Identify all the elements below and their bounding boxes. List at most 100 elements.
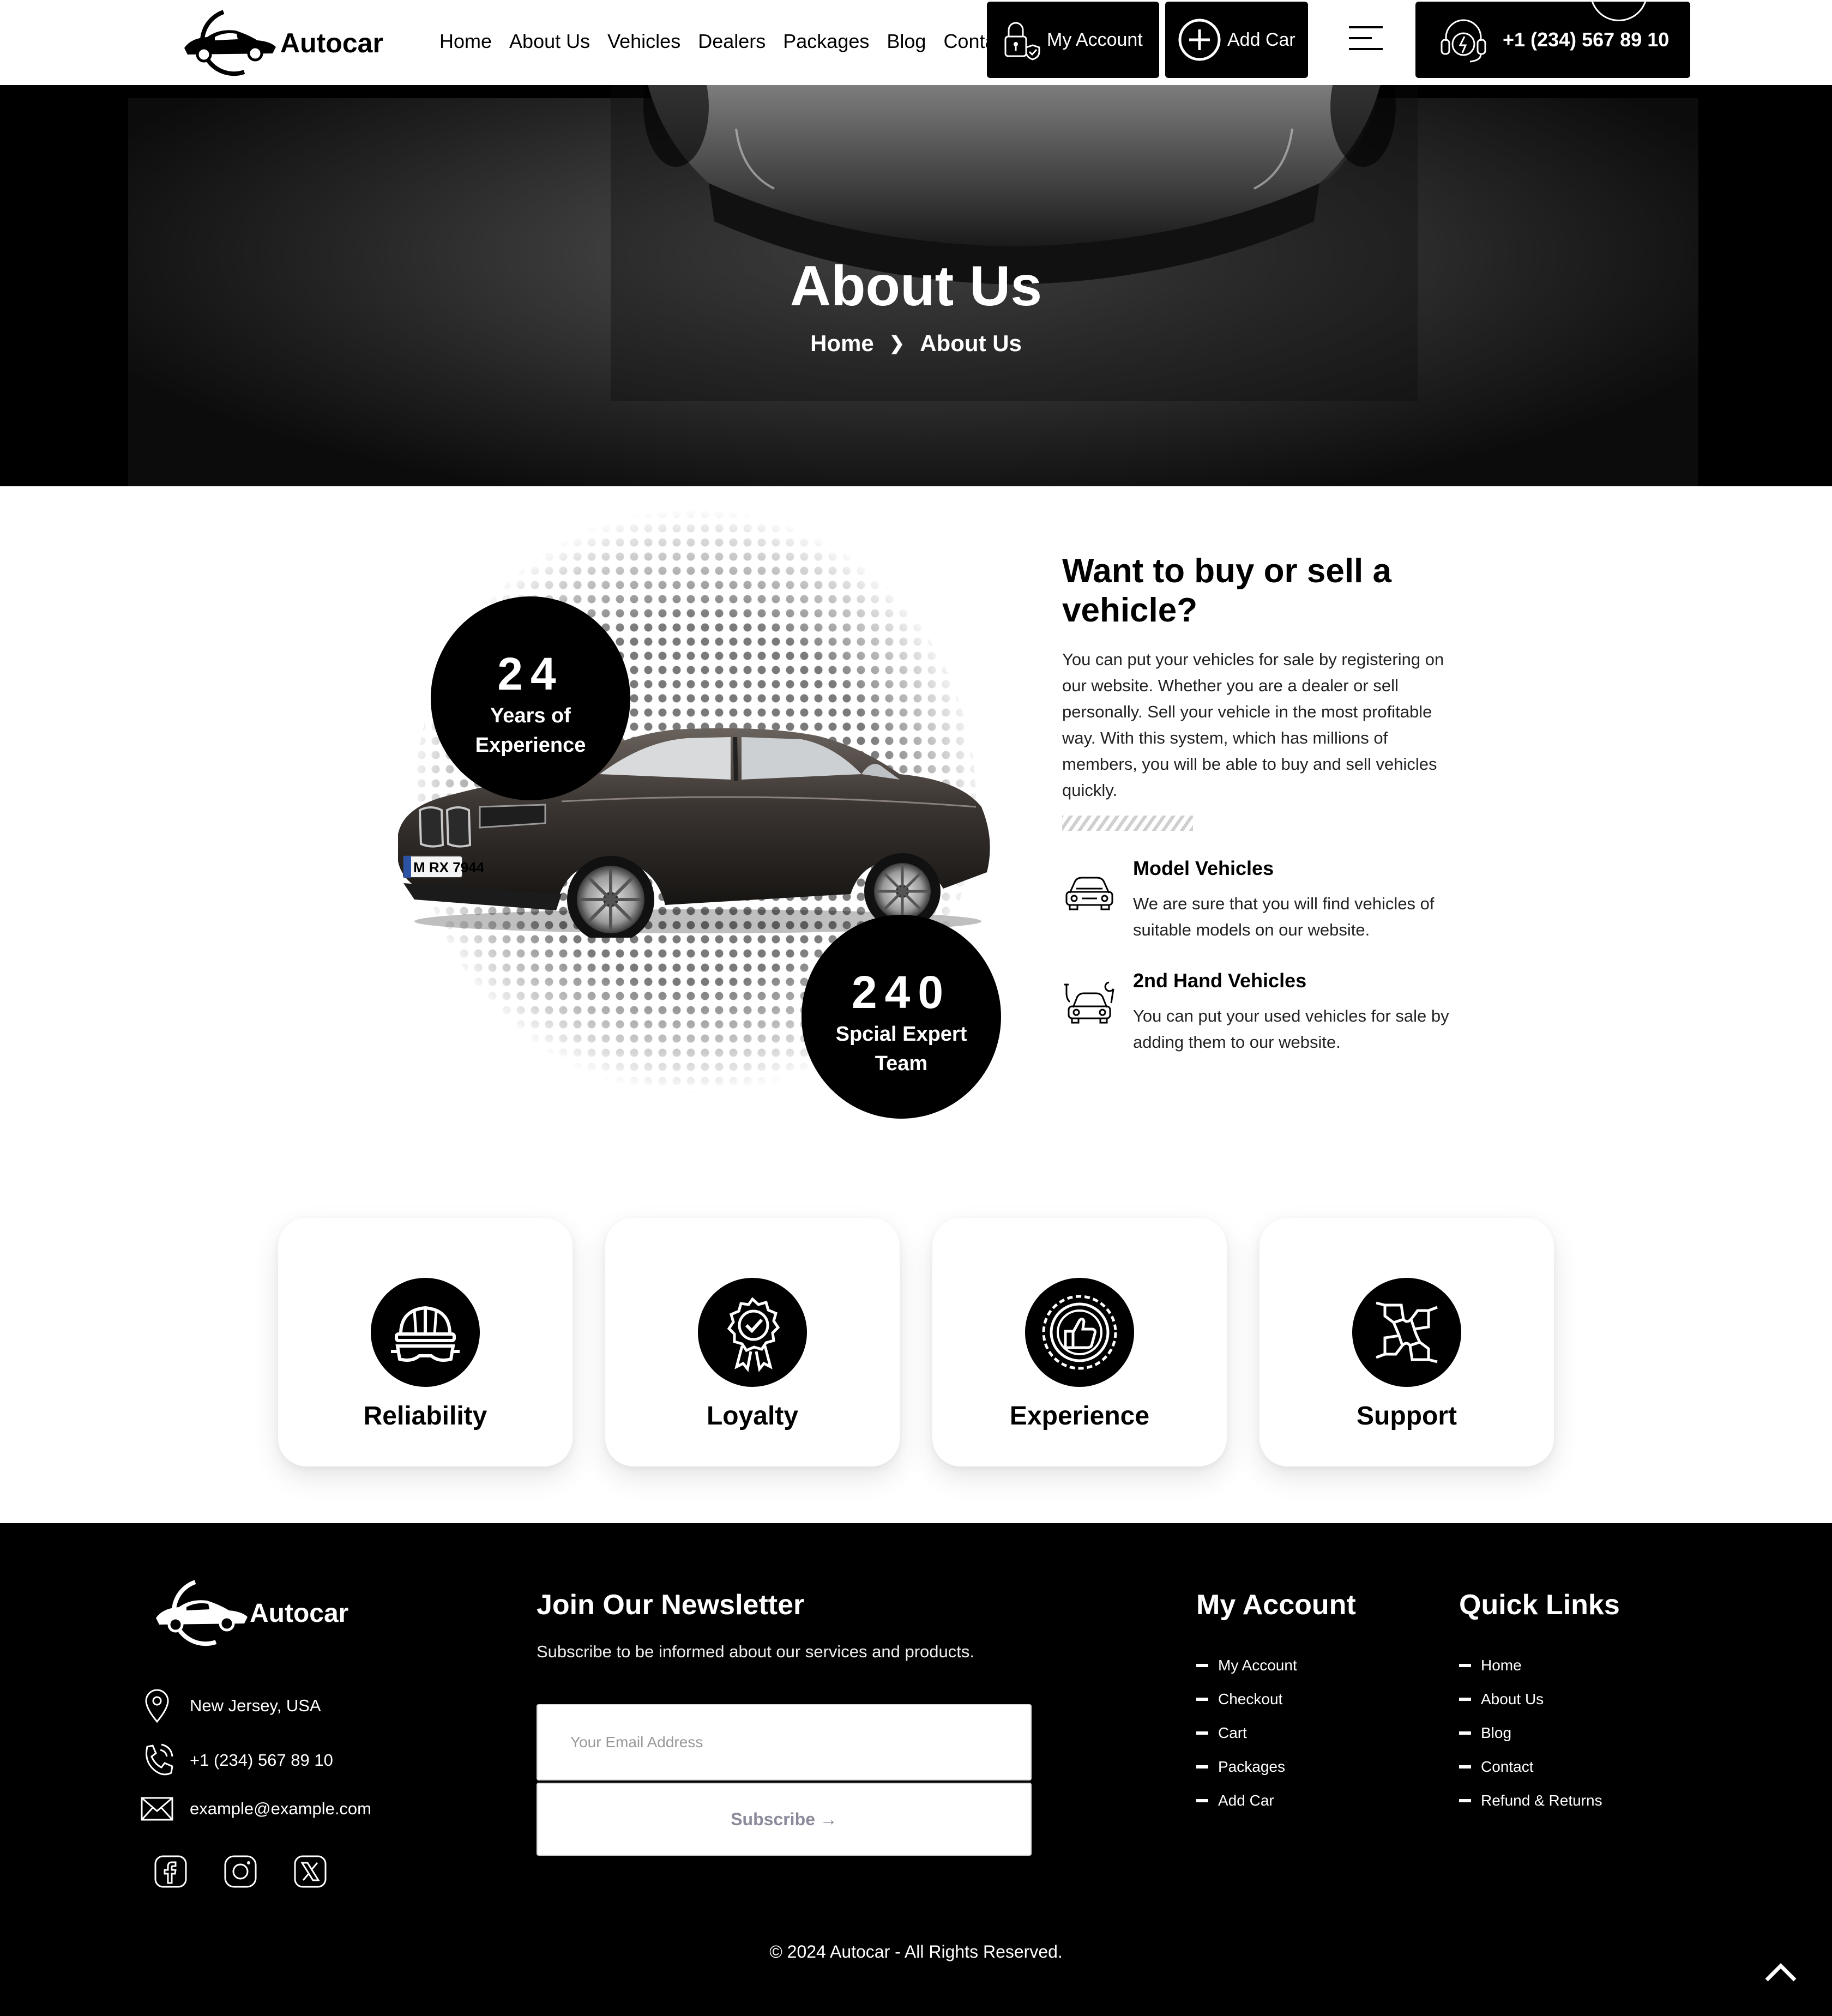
my-account-button[interactable]: My Account	[987, 2, 1159, 78]
add-car-label: Add Car	[1227, 29, 1295, 50]
social-links	[154, 1855, 327, 1888]
footer-address: New Jersey, USA	[141, 1687, 321, 1725]
footer-link-contact[interactable]: Contact	[1459, 1750, 1602, 1784]
stat-team-number: 240	[851, 967, 951, 1018]
value-label: Reliability	[363, 1402, 487, 1430]
about-heading: Want to buy or sell a vehicle?	[1062, 552, 1391, 629]
headset-icon	[1441, 19, 1486, 63]
my-account-label: My Account	[1047, 29, 1143, 50]
hero-banner: About Us Home ❯ About Us	[0, 85, 1832, 486]
stat-years-experience: 24 Years of Experience	[431, 596, 630, 800]
logo-text: Autocar	[280, 28, 383, 58]
footer-link-home[interactable]: Home	[1459, 1649, 1602, 1682]
subscribe-button[interactable]: Subscribe →	[537, 1783, 1032, 1856]
footer-link-cart[interactable]: Cart	[1196, 1716, 1297, 1750]
plus-circle-icon	[1178, 19, 1221, 61]
nav-blog[interactable]: Blog	[887, 25, 926, 58]
nav-about[interactable]: About Us	[509, 25, 590, 58]
stat-team-label-1: Spcial Expert	[835, 1023, 967, 1046]
scroll-to-top-icon[interactable]	[1764, 1961, 1797, 1983]
page-title: About Us	[790, 255, 1042, 318]
stat-expert-team: 240 Spcial Expert Team	[801, 915, 1001, 1119]
value-card-support: Support	[1259, 1218, 1554, 1466]
mail-icon	[141, 1797, 173, 1821]
values-cards: Reliability Loyalty Experience Support	[278, 1218, 1554, 1466]
site-header: Autocar Home About Us Vehicles Dealers P…	[0, 0, 1832, 85]
logo-car-icon	[156, 1580, 248, 1646]
footer-link-about[interactable]: About Us	[1459, 1682, 1602, 1716]
value-label: Support	[1357, 1402, 1457, 1430]
about-visual: M RX 7944 24 Years of Experience 240 Spc…	[376, 507, 1014, 1128]
breadcrumb: Home ❯ About Us	[0, 330, 1832, 357]
value-card-experience: Experience	[932, 1218, 1227, 1466]
breadcrumb-current: About Us	[920, 330, 1022, 356]
about-paragraph: You can put your vehicles for sale by re…	[1062, 650, 1444, 800]
stat-years-label-1: Years of	[490, 704, 571, 727]
about-content: Want to buy or sell a vehicle? You can p…	[1062, 552, 1455, 1055]
logo-car-icon	[184, 10, 276, 76]
stripe-divider	[1062, 816, 1193, 831]
footer-link-refund[interactable]: Refund & Returns	[1459, 1784, 1602, 1818]
feature-title: 2nd Hand Vehicles	[1133, 969, 1307, 992]
footer-link-checkout[interactable]: Checkout	[1196, 1682, 1297, 1716]
hamburger-menu-icon[interactable]	[1349, 26, 1383, 52]
site-footer: Autocar New Jersey, USA +1 (234) 567 89 …	[0, 1523, 1832, 2016]
award-badge-icon	[698, 1278, 807, 1387]
value-label: Experience	[1009, 1402, 1150, 1430]
stat-team-label-2: Team	[875, 1052, 928, 1075]
footer-link-my-account[interactable]: My Account	[1196, 1649, 1297, 1682]
add-car-button[interactable]: Add Car	[1165, 2, 1308, 78]
nav-dealers[interactable]: Dealers	[698, 25, 766, 58]
footer-quick-title: Quick Links	[1459, 1589, 1620, 1621]
footer-link-blog[interactable]: Blog	[1459, 1716, 1602, 1750]
newsletter-title: Join Our Newsletter	[537, 1589, 805, 1621]
facebook-icon[interactable]	[154, 1855, 188, 1888]
phone-label: +1 (234) 567 89 10	[1503, 28, 1670, 51]
hardhat-goggles-icon	[371, 1278, 480, 1387]
value-card-reliability: Reliability	[278, 1218, 572, 1466]
license-plate-text: M RX 7944	[413, 859, 485, 876]
footer-phone-text: +1 (234) 567 89 10	[190, 1751, 333, 1770]
logo[interactable]: Autocar	[169, 8, 383, 79]
breadcrumb-home-link[interactable]: Home	[810, 330, 874, 357]
footer-phone[interactable]: +1 (234) 567 89 10	[141, 1742, 333, 1778]
copyright-text: © 2024 Autocar - All Rights Reserved.	[769, 1942, 1063, 1961]
footer-email-text: example@example.com	[190, 1799, 371, 1818]
newsletter-subtitle: Subscribe to be informed about our servi…	[537, 1642, 975, 1661]
footer-account-links: My Account Checkout Cart Packages Add Ca…	[1196, 1649, 1297, 1818]
feature-second-hand: 2nd Hand Vehicles You can put your used …	[1062, 969, 1455, 1055]
feature-desc: We are sure that you will find vehicles …	[1133, 894, 1435, 939]
footer-link-add-car[interactable]: Add Car	[1196, 1784, 1297, 1818]
feature-title: Model Vehicles	[1133, 857, 1274, 879]
joined-hands-icon	[1352, 1278, 1461, 1387]
instagram-icon[interactable]	[224, 1855, 257, 1888]
newsletter-email-input[interactable]	[537, 1704, 1032, 1780]
footer-logo-text: Autocar	[250, 1598, 349, 1628]
nav-packages[interactable]: Packages	[783, 25, 869, 58]
feature-desc: You can put your used vehicles for sale …	[1133, 1006, 1449, 1052]
nav-home[interactable]: Home	[439, 25, 492, 58]
footer-account-title: My Account	[1196, 1589, 1356, 1621]
car-front-icon	[1065, 877, 1113, 910]
car-repair-icon	[1064, 981, 1114, 1024]
value-label: Loyalty	[706, 1402, 799, 1430]
feature-model-vehicles: Model Vehicles We are sure that you will…	[1062, 857, 1455, 943]
phone-button[interactable]: +1 (234) 567 89 10	[1415, 2, 1690, 78]
footer-link-packages[interactable]: Packages	[1196, 1750, 1297, 1784]
map-pin-icon	[145, 1689, 169, 1723]
phone-icon	[146, 1743, 173, 1776]
x-icon[interactable]	[293, 1855, 327, 1888]
footer-logo[interactable]: Autocar	[141, 1578, 348, 1649]
nav-vehicles[interactable]: Vehicles	[607, 25, 680, 58]
thumbs-up-seal-icon	[1025, 1278, 1134, 1387]
decorative-circle	[1590, 2, 1648, 21]
stat-years-number: 24	[497, 648, 564, 699]
value-card-loyalty: Loyalty	[605, 1218, 900, 1466]
footer-email[interactable]: example@example.com	[141, 1796, 371, 1822]
chevron-right-icon: ❯	[889, 333, 905, 354]
stat-years-label-2: Experience	[475, 734, 586, 757]
lock-shield-icon	[1004, 22, 1040, 61]
footer-address-text: New Jersey, USA	[190, 1696, 321, 1715]
footer-quick-links: Home About Us Blog Contact Refund & Retu…	[1459, 1649, 1602, 1818]
main-nav: Home About Us Vehicles Dealers Packages …	[439, 25, 1029, 58]
